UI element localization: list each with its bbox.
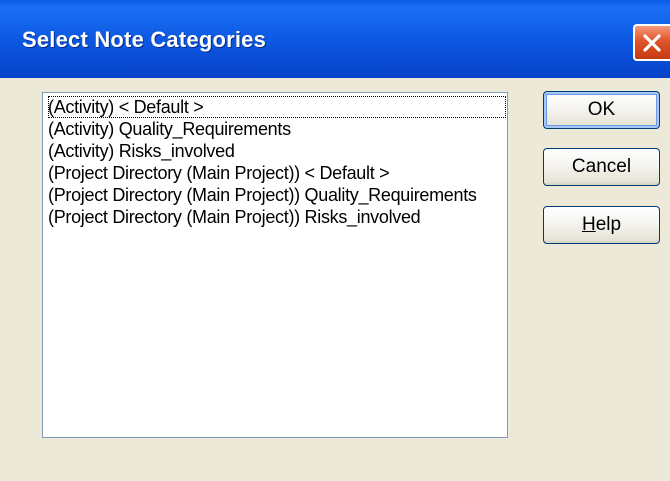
help-mnemonic: H <box>581 214 596 235</box>
list-item[interactable]: (Project Directory (Main Project)) Quali… <box>48 184 506 206</box>
list-item[interactable]: (Activity) Risks_involved <box>48 140 506 162</box>
categories-listbox[interactable]: (Activity) < Default > (Activity) Qualit… <box>42 92 508 438</box>
list-item[interactable]: (Activity) Quality_Requirements <box>48 118 506 140</box>
help-button[interactable]: Help <box>543 206 660 244</box>
select-note-categories-dialog: Select Note Categories (Activity) < Defa… <box>0 0 670 481</box>
title-bar[interactable]: Select Note Categories <box>0 0 670 78</box>
close-button[interactable] <box>633 24 670 61</box>
dialog-title: Select Note Categories <box>22 27 267 52</box>
list-item[interactable]: (Project Directory (Main Project)) < Def… <box>48 162 506 184</box>
close-icon <box>643 34 661 52</box>
cancel-button[interactable]: Cancel <box>543 148 660 186</box>
ok-button[interactable]: OK <box>543 91 660 129</box>
dialog-body: (Activity) < Default > (Activity) Qualit… <box>0 78 670 481</box>
list-item[interactable]: (Project Directory (Main Project)) Risks… <box>48 206 506 228</box>
help-label-rest: elp <box>595 214 622 235</box>
list-item[interactable]: (Activity) < Default > <box>48 96 506 118</box>
